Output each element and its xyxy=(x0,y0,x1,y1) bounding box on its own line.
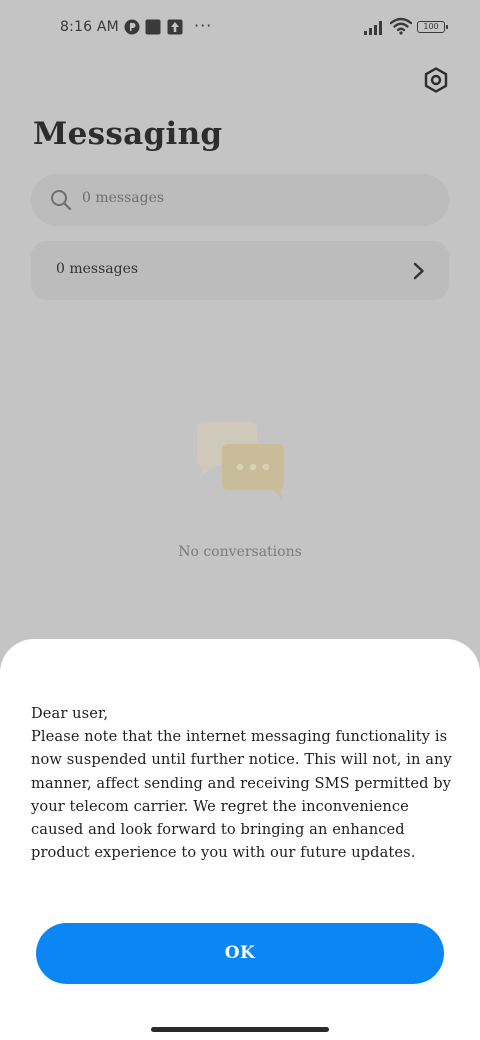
page-title: Messaging xyxy=(33,116,223,152)
status-time: 8:16 AM xyxy=(60,19,119,35)
ok-button[interactable]: OK xyxy=(36,923,444,984)
settings-gear-icon[interactable] xyxy=(422,66,450,94)
notice-message: Dear user, Please note that the internet… xyxy=(31,702,461,864)
search-placeholder: 0 messages xyxy=(82,190,165,206)
messages-summary-row[interactable]: 0 messages xyxy=(31,241,449,300)
search-bar[interactable]: 0 messages xyxy=(31,174,449,226)
notice-greeting: Dear user, xyxy=(31,705,109,722)
app-notification-icon xyxy=(124,19,140,35)
square-notification-icon xyxy=(145,19,161,35)
more-notifications-icon: ··· xyxy=(194,16,213,35)
notice-bottom-sheet: Dear user, Please note that the internet… xyxy=(0,639,480,1040)
search-icon xyxy=(51,190,72,211)
home-indicator[interactable] xyxy=(151,1027,329,1032)
wifi-icon xyxy=(390,17,412,35)
chevron-right-icon xyxy=(413,262,424,280)
messages-summary-label: 0 messages xyxy=(56,261,139,277)
empty-state-text: No conversations xyxy=(178,544,302,560)
signal-icon xyxy=(364,21,382,35)
upload-notification-icon xyxy=(167,19,183,35)
status-bar: 8:16 AM ··· 100 xyxy=(0,0,480,56)
notice-body: Please note that the internet messaging … xyxy=(31,728,452,862)
battery-icon: 100 xyxy=(417,21,448,33)
chat-bubbles-illustration xyxy=(197,422,284,499)
